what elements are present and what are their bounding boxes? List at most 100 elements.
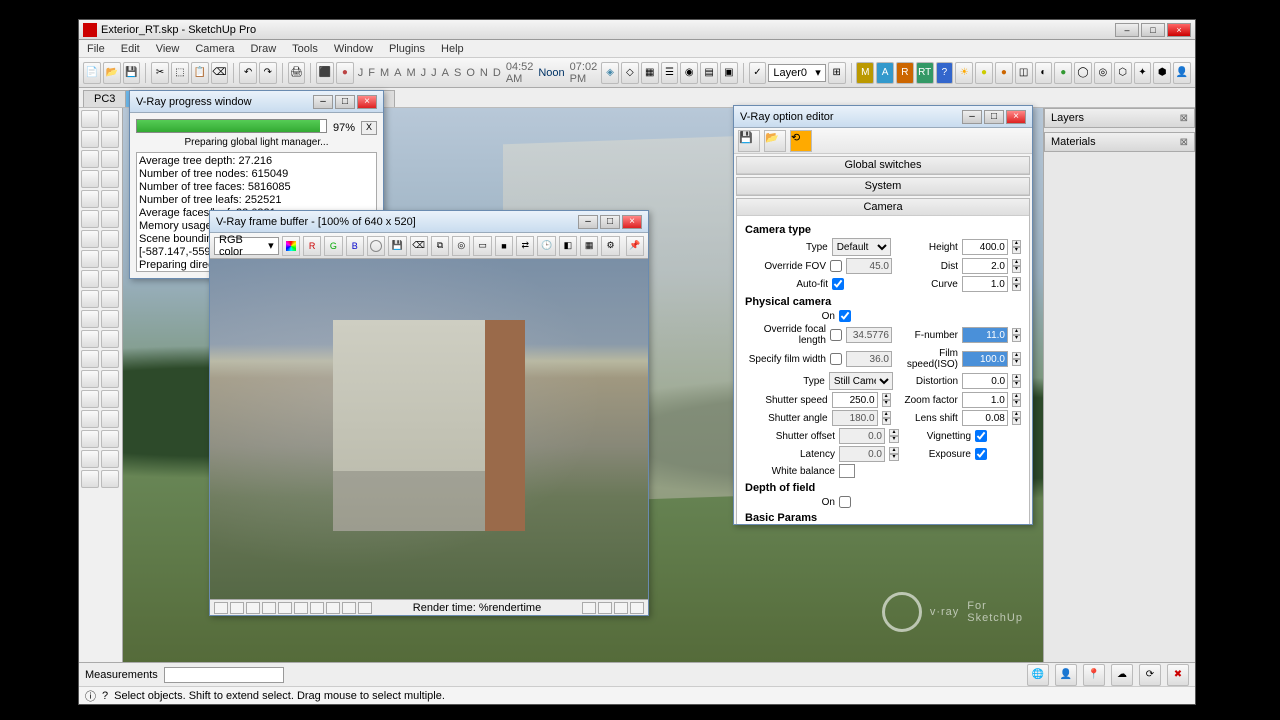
distortion-input[interactable] [962, 373, 1008, 389]
circle-icon[interactable] [101, 150, 119, 168]
geo-icon[interactable]: 📍 [1083, 664, 1105, 686]
fov-input[interactable] [846, 258, 892, 274]
close-button[interactable]: × [1167, 23, 1191, 37]
exposure-checkbox[interactable] [975, 448, 987, 460]
freehand-icon[interactable] [101, 130, 119, 148]
fb-tool-icon[interactable] [230, 602, 244, 614]
corrections-icon[interactable]: ⚙ [601, 236, 619, 256]
cancel-button[interactable]: X [361, 121, 377, 135]
history-icon[interactable]: 🕒 [537, 236, 555, 256]
fb-tool-icon[interactable] [614, 602, 628, 614]
materials-icon[interactable] [81, 430, 99, 448]
shutter-angle-input[interactable] [832, 410, 878, 426]
zoom-icon[interactable] [81, 330, 99, 348]
sfw-checkbox[interactable] [830, 353, 842, 365]
r-icon[interactable]: R [896, 62, 914, 84]
arc-icon[interactable] [81, 170, 99, 188]
fb-tool-icon[interactable] [358, 602, 372, 614]
zoomext-icon[interactable] [81, 350, 99, 368]
channel-dropdown[interactable]: RGB color▾ [214, 237, 279, 255]
shadow-timeline[interactable]: JFMAMJJASOND 04:52 AMNoon07:02 PM [356, 61, 599, 85]
sphere-y-icon[interactable]: ● [975, 62, 993, 84]
minimize-button[interactable]: – [962, 110, 982, 124]
rollup-camera[interactable]: Camera [737, 199, 1029, 216]
redo-icon[interactable]: ↷ [259, 62, 277, 84]
maximize-button[interactable]: □ [600, 215, 620, 229]
rollup-system[interactable]: System [737, 178, 1029, 195]
select-icon[interactable] [81, 110, 99, 128]
sphere-o-icon[interactable]: ● [995, 62, 1013, 84]
rect-icon[interactable] [81, 150, 99, 168]
plane-icon[interactable]: ◫ [1015, 62, 1033, 84]
mono-icon[interactable] [367, 236, 385, 256]
scenes-icon[interactable] [101, 450, 119, 468]
prev-icon[interactable] [101, 350, 119, 368]
clone-icon[interactable]: ⧉ [431, 236, 449, 256]
ofl-checkbox[interactable] [830, 329, 842, 341]
fog-icon[interactable] [101, 470, 119, 488]
save-icon[interactable]: 💾 [123, 62, 141, 84]
pushpull-icon[interactable] [81, 190, 99, 208]
layer-vis-icon[interactable]: ✓ [749, 62, 767, 84]
person-icon[interactable]: 👤 [1055, 664, 1077, 686]
iso-input[interactable] [962, 351, 1008, 367]
globe-icon[interactable]: 🌐 [1027, 664, 1049, 686]
maximize-button[interactable]: □ [335, 95, 355, 109]
fnumber-input[interactable] [962, 327, 1008, 343]
pin-icon[interactable]: 📌 [626, 236, 644, 256]
region-icon[interactable]: ▭ [473, 236, 491, 256]
text-icon[interactable] [101, 270, 119, 288]
save-preset-icon[interactable]: 💾 [738, 130, 760, 152]
fb-tool-icon[interactable] [294, 602, 308, 614]
compare-icon[interactable]: ◧ [559, 236, 577, 256]
fb-tool-icon[interactable] [278, 602, 292, 614]
fb-tool-icon[interactable] [262, 602, 276, 614]
vray-render-icon[interactable]: ◉ [680, 62, 698, 84]
misc5-icon[interactable]: ⬢ [1153, 62, 1171, 84]
minimize-button[interactable]: – [313, 95, 333, 109]
misc4-icon[interactable]: ✦ [1134, 62, 1152, 84]
walk-icon[interactable] [81, 390, 99, 408]
vray-layers-icon[interactable]: ▦ [641, 62, 659, 84]
component-icon[interactable] [101, 410, 119, 428]
copy-icon[interactable]: ⬚ [171, 62, 189, 84]
zoom-input[interactable] [962, 392, 1008, 408]
blue-channel-button[interactable]: B [346, 236, 364, 256]
physcam-on-checkbox[interactable] [839, 310, 851, 322]
autofit-checkbox[interactable] [832, 278, 844, 290]
fb-tool-icon[interactable] [326, 602, 340, 614]
sphere-g-icon[interactable]: ● [1054, 62, 1072, 84]
dome-icon[interactable]: ◐ [1035, 62, 1053, 84]
measurements-input[interactable] [164, 667, 284, 683]
swatch-icon[interactable] [282, 236, 300, 256]
outliner-icon[interactable] [81, 450, 99, 468]
maximize-button[interactable]: □ [984, 110, 1004, 124]
green-channel-button[interactable]: G [324, 236, 342, 256]
shadows-icon[interactable] [81, 470, 99, 488]
physcam-type-dropdown[interactable]: Still Camera [829, 372, 893, 390]
ofl-input[interactable] [846, 327, 892, 343]
height-input[interactable] [962, 239, 1008, 255]
menu-help[interactable]: Help [437, 41, 468, 57]
model-icon[interactable]: ⬛ [316, 62, 334, 84]
followme-icon[interactable] [101, 190, 119, 208]
menu-file[interactable]: File [83, 41, 109, 57]
minimize-button[interactable]: – [1115, 23, 1139, 37]
render-image[interactable] [210, 259, 648, 599]
layer-dropdown[interactable]: Layer0▾ [768, 64, 825, 82]
rotate-icon[interactable] [101, 210, 119, 228]
fb-tool-icon[interactable] [598, 602, 612, 614]
sfw-input[interactable] [846, 351, 892, 367]
vignetting-checkbox[interactable] [975, 430, 987, 442]
lens-shift-input[interactable] [962, 410, 1008, 426]
shutter-speed-input[interactable] [832, 392, 878, 408]
vray-bucket-icon[interactable]: ▤ [700, 62, 718, 84]
shutter-offset-input[interactable] [839, 428, 885, 444]
vfb-icon[interactable]: ▦ [580, 236, 598, 256]
layers-panel-header[interactable]: Layers⊠ [1044, 108, 1195, 128]
misc3-icon[interactable]: ⬡ [1114, 62, 1132, 84]
close-button[interactable]: × [1006, 110, 1026, 124]
misc1-icon[interactable]: ◯ [1074, 62, 1092, 84]
rollup-global-switches[interactable]: Global switches [737, 157, 1029, 174]
clear-icon[interactable]: ⌫ [410, 236, 428, 256]
